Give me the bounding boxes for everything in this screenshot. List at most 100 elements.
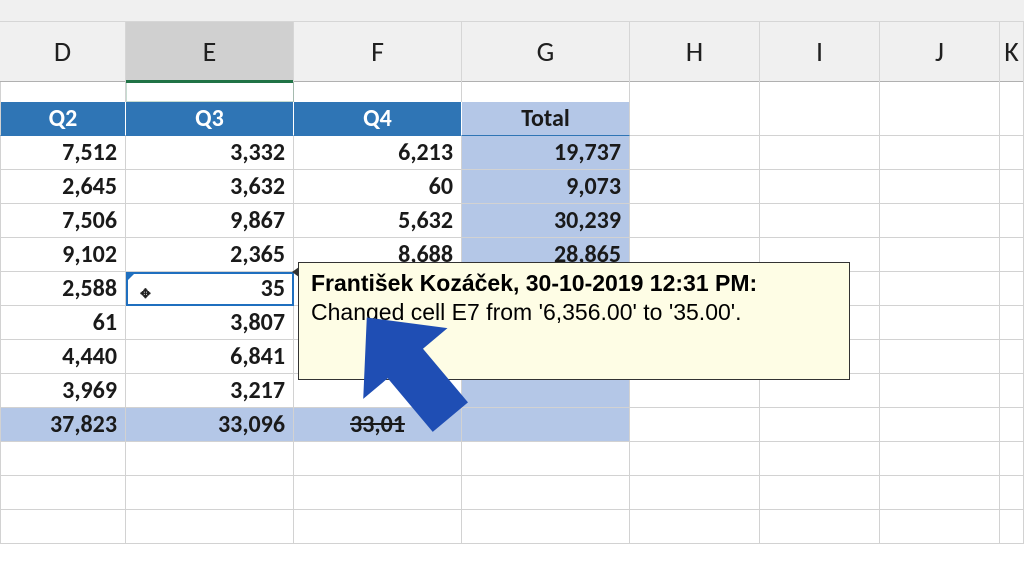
cell[interactable] — [630, 102, 760, 136]
cell[interactable] — [294, 442, 462, 476]
cell[interactable] — [760, 476, 880, 510]
cell[interactable] — [880, 374, 1000, 408]
cell[interactable] — [880, 476, 1000, 510]
cell-q2[interactable]: 7,506 — [0, 204, 126, 238]
cell-q3[interactable]: 6,841 — [126, 340, 294, 374]
cell[interactable] — [880, 306, 1000, 340]
cell-q4[interactable]: 5,632 — [294, 204, 462, 238]
cell[interactable] — [880, 82, 1000, 102]
cell[interactable] — [760, 82, 880, 102]
cell-q2[interactable]: 61 — [0, 306, 126, 340]
cell[interactable] — [1000, 238, 1024, 272]
cell[interactable] — [630, 204, 760, 238]
cell[interactable] — [1000, 136, 1024, 170]
col-header-J[interactable]: J — [880, 22, 1000, 82]
cell-q3[interactable]: 9,867 — [126, 204, 294, 238]
cell[interactable] — [630, 136, 760, 170]
cell-footer-q4[interactable]: 33,01 — [294, 408, 462, 442]
cell[interactable] — [1000, 204, 1024, 238]
cell[interactable] — [1000, 408, 1024, 442]
cell-q2[interactable]: 7,512 — [0, 136, 126, 170]
cell[interactable] — [126, 510, 294, 544]
cell[interactable] — [880, 170, 1000, 204]
cell[interactable] — [294, 476, 462, 510]
cell[interactable] — [880, 238, 1000, 272]
cell[interactable] — [760, 442, 880, 476]
cell-total[interactable]: 19,737 — [462, 136, 630, 170]
cell[interactable] — [1000, 476, 1024, 510]
col-header-H[interactable]: H — [630, 22, 760, 82]
cell[interactable] — [294, 82, 462, 102]
cell[interactable] — [630, 510, 760, 544]
col-header-F[interactable]: F — [294, 22, 462, 82]
cell-footer-total[interactable] — [462, 408, 630, 442]
cell[interactable] — [0, 82, 126, 102]
cell[interactable] — [880, 510, 1000, 544]
col-header-K[interactable]: K — [1000, 22, 1024, 82]
cell[interactable] — [630, 82, 760, 102]
cell[interactable] — [880, 408, 1000, 442]
cell[interactable] — [760, 136, 880, 170]
cell-q2[interactable]: 3,969 — [0, 374, 126, 408]
cell[interactable] — [1000, 510, 1024, 544]
cell[interactable] — [1000, 102, 1024, 136]
cell[interactable] — [462, 510, 630, 544]
cell-q4[interactable]: 60 — [294, 170, 462, 204]
cell-total[interactable]: 30,239 — [462, 204, 630, 238]
cell-q2[interactable]: 2,645 — [0, 170, 126, 204]
cell[interactable] — [1000, 374, 1024, 408]
cell[interactable] — [760, 204, 880, 238]
cell[interactable] — [630, 442, 760, 476]
cell[interactable] — [126, 442, 294, 476]
cell-q3[interactable]: 2,365 — [126, 238, 294, 272]
cell[interactable] — [0, 442, 126, 476]
cell-q2[interactable]: 2,588 — [0, 272, 126, 306]
cell[interactable] — [630, 476, 760, 510]
cell-footer-q3[interactable]: 33,096 — [126, 408, 294, 442]
cell-footer-q2[interactable]: 37,823 — [0, 408, 126, 442]
col-header-G[interactable]: G — [462, 22, 630, 82]
cell-q4[interactable]: 6,213 — [294, 136, 462, 170]
cell[interactable] — [1000, 306, 1024, 340]
cell[interactable] — [462, 82, 630, 102]
cell[interactable] — [760, 170, 880, 204]
table-header-q4[interactable]: Q4 — [294, 102, 462, 136]
cell[interactable] — [880, 340, 1000, 374]
cell-e7-changed[interactable]: ✥ 35 — [126, 272, 294, 306]
cell-q3[interactable]: 3,217 — [126, 374, 294, 408]
table-header-q3[interactable]: Q3 — [126, 102, 294, 136]
cell[interactable] — [760, 102, 880, 136]
cell-q2[interactable]: 4,440 — [0, 340, 126, 374]
cell-q2[interactable]: 9,102 — [0, 238, 126, 272]
cell[interactable] — [630, 170, 760, 204]
cell[interactable] — [0, 510, 126, 544]
cell[interactable] — [126, 476, 294, 510]
cell[interactable] — [880, 442, 1000, 476]
cell[interactable] — [1000, 340, 1024, 374]
cell-total[interactable]: 9,073 — [462, 170, 630, 204]
col-header-E[interactable]: E — [126, 22, 294, 82]
cell[interactable] — [126, 82, 294, 102]
cell[interactable] — [1000, 170, 1024, 204]
cell[interactable] — [630, 408, 760, 442]
table-header-total[interactable]: Total — [462, 102, 630, 136]
cell[interactable] — [462, 476, 630, 510]
cell[interactable] — [1000, 442, 1024, 476]
cell[interactable] — [880, 272, 1000, 306]
cell-q3[interactable]: 3,632 — [126, 170, 294, 204]
cell[interactable] — [760, 408, 880, 442]
cell-q3[interactable]: 3,807 — [126, 306, 294, 340]
cell[interactable] — [880, 102, 1000, 136]
cell[interactable] — [880, 204, 1000, 238]
cell[interactable] — [462, 442, 630, 476]
col-header-D[interactable]: D — [0, 22, 126, 82]
col-header-I[interactable]: I — [760, 22, 880, 82]
cell[interactable] — [0, 476, 126, 510]
table-header-q2[interactable]: Q2 — [0, 102, 126, 136]
cell[interactable] — [1000, 272, 1024, 306]
cell[interactable] — [880, 136, 1000, 170]
cell[interactable] — [294, 510, 462, 544]
cell[interactable] — [1000, 82, 1024, 102]
cell-q3[interactable]: 3,332 — [126, 136, 294, 170]
cell[interactable] — [760, 510, 880, 544]
